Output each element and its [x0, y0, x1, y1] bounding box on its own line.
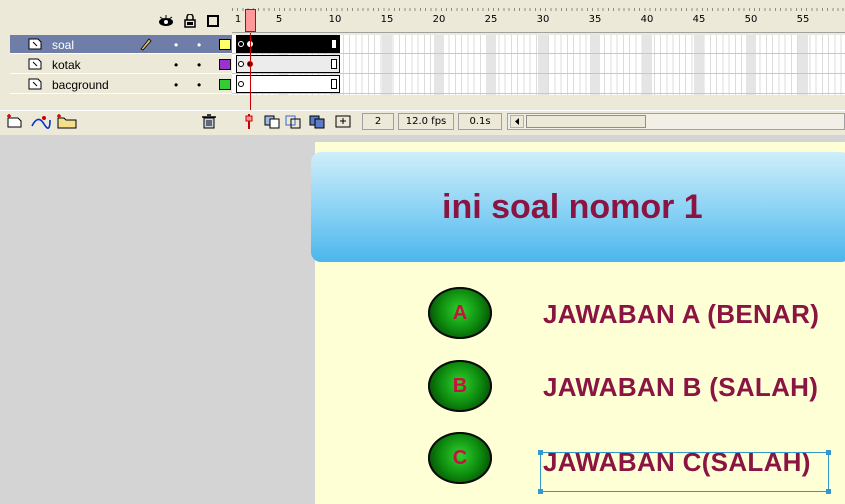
answer-letter: C — [452, 447, 468, 469]
timeline-panel: 1 5 10 15 20 25 30 35 40 45 50 55 soal •… — [0, 0, 845, 135]
answer-c-button[interactable]: C — [428, 432, 492, 484]
end-frame[interactable] — [331, 39, 337, 49]
layer-list: soal • • kotak • • bacground • • — [0, 35, 232, 95]
ruler-number: 5 — [275, 14, 283, 25]
stage[interactable]: ini soal nomor 1 A JAWABAN A (BENAR) B J… — [311, 142, 845, 504]
answer-a-label[interactable]: JAWABAN A (BENAR) — [543, 299, 819, 330]
lock-icon[interactable] — [184, 14, 196, 28]
playhead-line — [250, 33, 251, 111]
scroll-thumb[interactable] — [526, 115, 646, 128]
keyframe[interactable] — [238, 61, 244, 67]
answer-b-label[interactable]: JAWABAN B (SALAH) — [543, 372, 818, 403]
trash-icon[interactable] — [201, 114, 217, 129]
playhead-handle[interactable] — [245, 9, 256, 32]
answer-letter: A — [452, 302, 468, 324]
selection-handle[interactable] — [538, 450, 543, 455]
layer-name: kotak — [52, 58, 81, 72]
insert-layer-icon[interactable] — [6, 114, 24, 129]
layer-icon — [28, 38, 42, 50]
ruler-number: 30 — [536, 14, 550, 25]
end-frame[interactable] — [331, 79, 337, 89]
selection-handle[interactable] — [826, 450, 831, 455]
onion-skin-icon[interactable] — [263, 114, 281, 129]
ruler-number: 10 — [328, 14, 342, 25]
visibility-dot[interactable]: • — [174, 78, 178, 92]
layer-icon — [28, 58, 42, 70]
layer-icon — [28, 78, 42, 90]
lock-dot[interactable]: • — [197, 38, 201, 52]
eye-icon[interactable] — [158, 14, 174, 28]
question-title: ini soal nomor 1 — [442, 188, 703, 226]
layer-row-soal[interactable]: soal • • — [10, 35, 232, 54]
layer-header — [0, 8, 232, 33]
onion-skin-outlines-icon[interactable] — [284, 114, 302, 129]
layer-row-bacground[interactable]: bacground • • — [10, 75, 232, 94]
visibility-dot[interactable]: • — [174, 58, 178, 72]
ruler-number: 35 — [588, 14, 602, 25]
frame-ruler[interactable]: 1 5 10 15 20 25 30 35 40 45 50 55 — [232, 8, 845, 33]
lock-dot[interactable]: • — [197, 58, 201, 72]
motion-guide-icon[interactable] — [30, 114, 52, 129]
ruler-number: 55 — [796, 14, 810, 25]
current-frame-field[interactable]: 2 — [362, 113, 394, 130]
stage-workspace[interactable]: ini soal nomor 1 A JAWABAN A (BENAR) B J… — [0, 135, 845, 504]
ruler-number: 15 — [380, 14, 394, 25]
outline-color-swatch[interactable] — [219, 59, 231, 70]
frame-span[interactable] — [236, 75, 340, 93]
frame-row-kotak[interactable] — [232, 55, 845, 74]
selection-bounding-box[interactable] — [538, 450, 831, 494]
arrow-left-icon — [515, 118, 519, 125]
outline-color-swatch[interactable] — [219, 39, 231, 50]
modify-onion-markers-icon[interactable] — [334, 114, 352, 129]
ruler-number: 20 — [432, 14, 446, 25]
timeline-scrollbar[interactable] — [507, 113, 845, 130]
frames-grid[interactable] — [232, 35, 845, 95]
edit-multiple-frames-icon[interactable] — [308, 114, 326, 129]
layer-row-kotak[interactable]: kotak • • — [10, 55, 232, 74]
selection-handle[interactable] — [826, 489, 831, 494]
ruler-number: 45 — [692, 14, 706, 25]
ruler-number: 25 — [484, 14, 498, 25]
ruler-number: 40 — [640, 14, 654, 25]
keyframe[interactable] — [238, 81, 244, 87]
layer-name: bacground — [52, 78, 109, 92]
ruler-number: 1 — [234, 14, 242, 25]
layer-name: soal — [52, 38, 75, 52]
elapsed-time-field: 0.1s — [458, 113, 502, 130]
outline-color-swatch[interactable] — [219, 79, 231, 90]
title-banner[interactable]: ini soal nomor 1 — [311, 152, 845, 262]
frame-rate-field[interactable]: 12.0 fps — [398, 113, 454, 130]
answer-a-button[interactable]: A — [428, 287, 492, 339]
frame-row-bacground[interactable] — [232, 75, 845, 94]
outline-icon[interactable] — [207, 14, 219, 28]
visibility-dot[interactable]: • — [174, 38, 178, 52]
pencil-icon — [140, 38, 152, 51]
insert-folder-icon[interactable] — [56, 114, 78, 129]
answer-letter: B — [452, 375, 468, 397]
keyframe[interactable] — [238, 41, 244, 47]
frame-row-soal[interactable] — [232, 35, 845, 54]
ruler-number: 50 — [744, 14, 758, 25]
selection-handle[interactable] — [538, 489, 543, 494]
lock-dot[interactable]: • — [197, 78, 201, 92]
center-frame-icon[interactable] — [240, 114, 258, 129]
answer-b-button[interactable]: B — [428, 360, 492, 412]
timeline-toolbar: 2 12.0 fps 0.1s — [0, 110, 845, 132]
scroll-left-button[interactable] — [510, 115, 524, 128]
end-frame[interactable] — [331, 59, 337, 69]
